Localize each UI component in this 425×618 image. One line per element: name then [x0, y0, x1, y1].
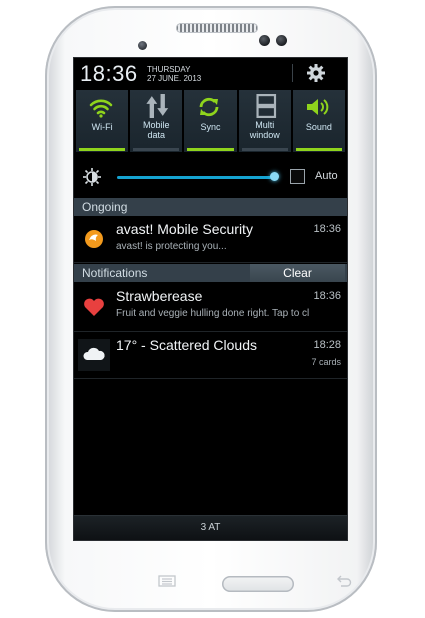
notification-item-strawberease[interactable]: Strawberease 18:36 Fruit and veggie hull…	[74, 284, 347, 332]
toggle-indicator	[241, 148, 288, 151]
auto-brightness-checkbox[interactable]	[290, 169, 305, 184]
toggle-label: Sound	[305, 122, 332, 132]
toggle-indicator	[79, 148, 126, 151]
notification-title: Strawberease	[116, 288, 203, 304]
earpiece-speaker	[176, 23, 258, 33]
notification-item-avast[interactable]: avast! Mobile Security 18:36 avast! is p…	[74, 217, 347, 263]
toggle-label: Sync	[200, 122, 221, 132]
toggle-sound[interactable]: Sound	[292, 90, 346, 152]
brightness-slider[interactable]	[117, 176, 274, 179]
clear-button[interactable]: Clear	[250, 264, 345, 282]
proximity-sensor	[259, 35, 270, 46]
wifi-icon	[89, 99, 113, 118]
brightness-slider-thumb[interactable]	[270, 172, 279, 181]
mobile-data-icon	[146, 94, 169, 118]
notification-panel: 18:36 THURSDAY 27 JUNE. 2013 Wi-Fi Mobil…	[74, 58, 347, 540]
clock: 18:36	[80, 61, 138, 86]
toggle-label: Wi-Fi	[91, 122, 113, 132]
heart-icon	[84, 298, 104, 316]
notification-count: 7 cards	[311, 357, 341, 367]
sound-icon	[306, 99, 329, 115]
day-label: THURSDAY	[147, 65, 191, 74]
toggle-multi-window[interactable]: Multi window	[238, 90, 291, 152]
toggle-indicator	[187, 148, 234, 151]
home-button[interactable]	[222, 576, 294, 592]
notifications-header-label: Notifications	[82, 266, 148, 280]
notification-time: 18:28	[313, 339, 341, 351]
notification-title: 17° - Scattered Clouds	[116, 337, 258, 353]
ongoing-header-label: Ongoing	[82, 200, 128, 214]
toggle-label: Mobile data	[143, 120, 170, 140]
toggle-wifi[interactable]: Wi-Fi	[76, 90, 129, 152]
toggle-indicator	[133, 148, 180, 151]
date-block: THURSDAY 27 JUNE. 2013	[147, 65, 201, 83]
notification-subtitle: Fruit and veggie hulling done right. Tap…	[116, 308, 310, 319]
divider	[292, 64, 293, 82]
avast-icon	[85, 230, 103, 248]
front-camera	[138, 41, 147, 50]
brightness-row: Auto	[74, 158, 347, 196]
gear-icon[interactable]	[306, 63, 326, 83]
notification-time: 18:36	[313, 290, 341, 302]
sync-icon	[200, 97, 219, 117]
ongoing-header: Ongoing	[74, 198, 347, 216]
date-label: 27 JUNE. 2013	[147, 74, 202, 83]
status-row: 18:36 THURSDAY 27 JUNE. 2013	[74, 58, 347, 88]
notifications-header: Notifications Clear	[74, 264, 347, 282]
cloud-icon	[83, 347, 105, 360]
auto-brightness-label: Auto	[315, 170, 338, 182]
carrier-label: 3 AT	[200, 522, 221, 533]
brightness-icon	[83, 168, 101, 186]
toggle-indicator	[295, 148, 343, 151]
notification-item-weather[interactable]: 17° - Scattered Clouds 18:28 7 cards	[74, 333, 347, 379]
back-key-icon[interactable]	[335, 574, 353, 588]
light-sensor	[276, 35, 287, 46]
carrier-bar[interactable]: 3 AT	[74, 515, 347, 540]
toggle-mobile-data[interactable]: Mobile data	[130, 90, 183, 152]
menu-key-icon[interactable]	[158, 575, 176, 587]
notification-title: avast! Mobile Security	[116, 221, 253, 237]
toggle-label: Multi window	[249, 120, 280, 140]
notification-subtitle: avast! is protecting you...	[116, 241, 227, 252]
toggle-sync[interactable]: Sync	[184, 90, 237, 152]
notification-time: 18:36	[313, 223, 341, 235]
quick-settings: Wi-Fi Mobile data Sync Multi window Soun…	[76, 90, 346, 152]
multi-window-icon	[256, 94, 276, 118]
